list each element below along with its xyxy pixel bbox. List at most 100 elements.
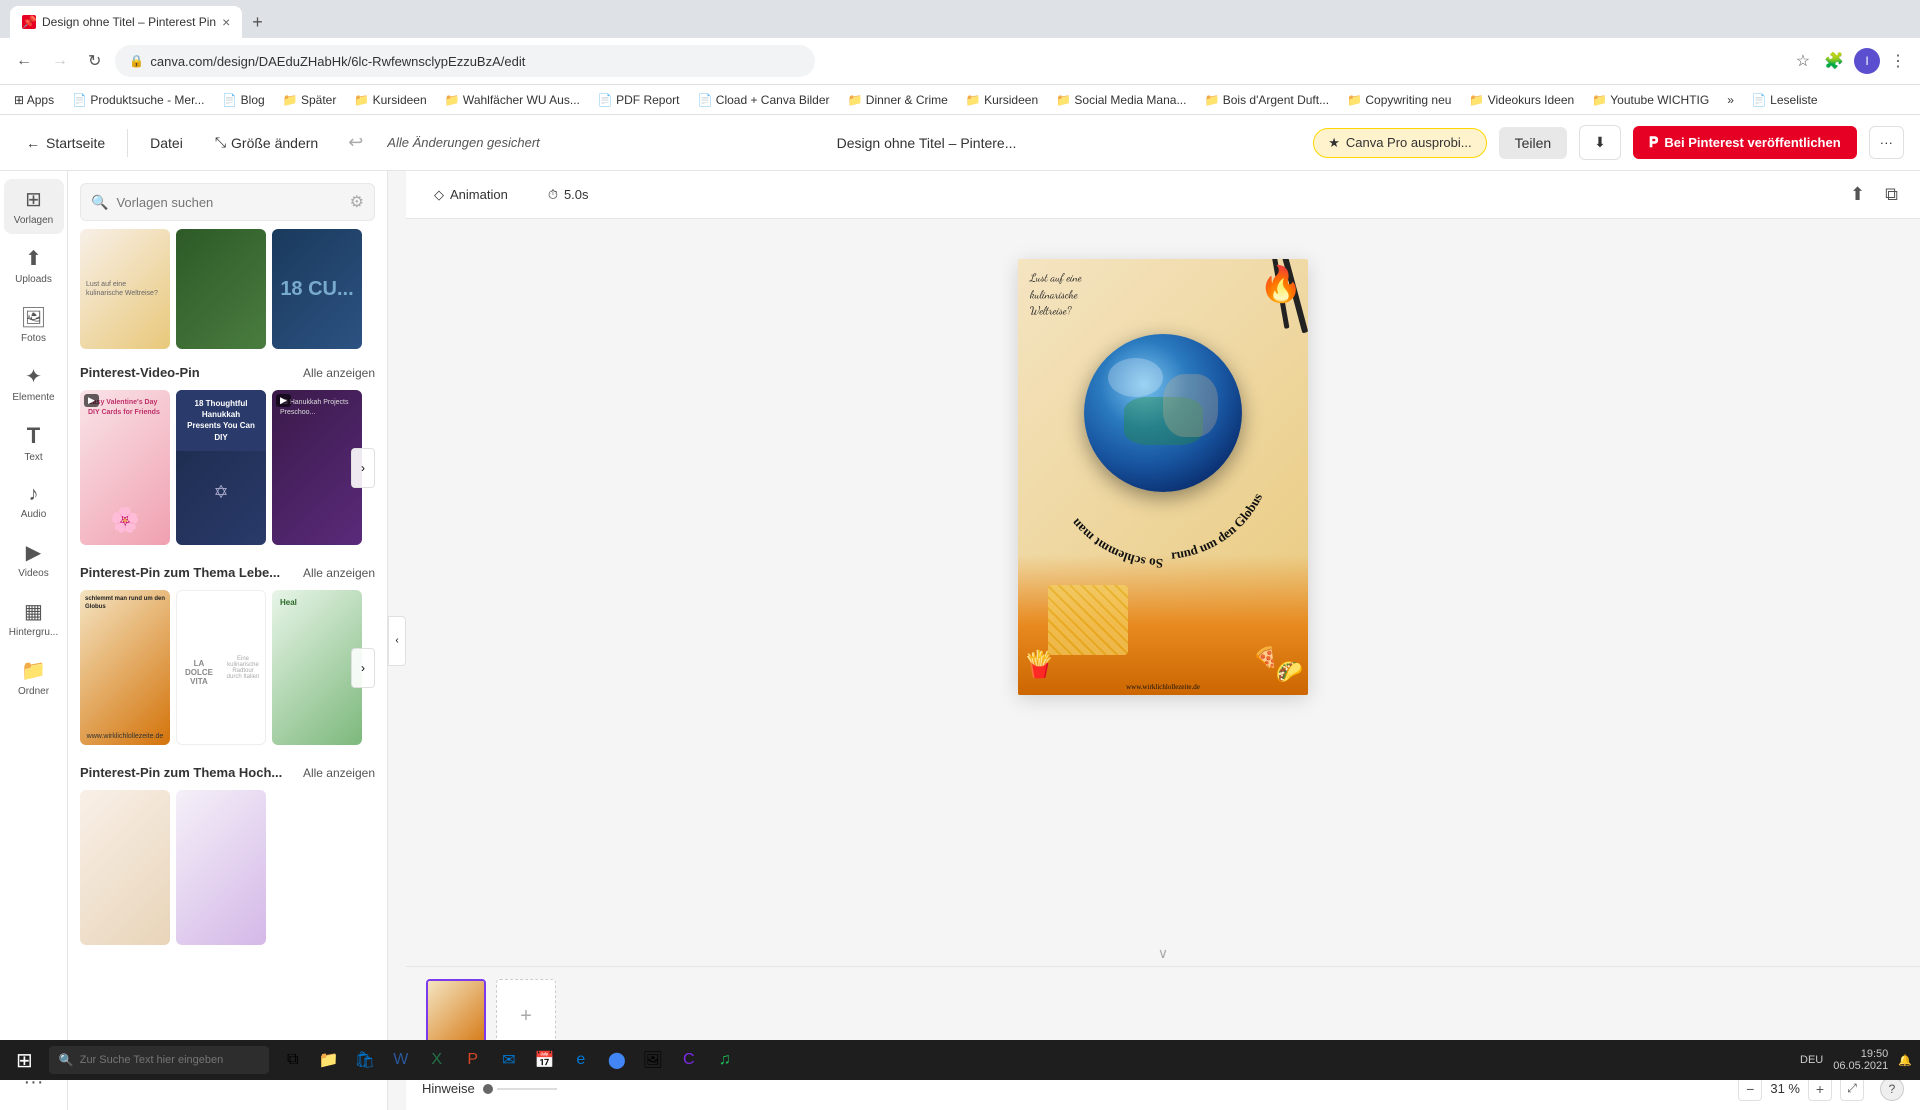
bookmark-kursideen2[interactable]: 📁 Kursideen: [962, 91, 1042, 109]
bookmark-apps[interactable]: ⊞ Apps: [10, 91, 58, 109]
taskbar-canva[interactable]: C: [673, 1044, 705, 1076]
bookmark-btn[interactable]: ☆: [1792, 47, 1814, 75]
file-menu-btn[interactable]: Datei: [140, 129, 193, 157]
more-options-btn[interactable]: ···: [1869, 126, 1904, 159]
sidebar-item-hintergruende[interactable]: ▦ Hintergru...: [4, 591, 64, 646]
sidebar-item-uploads[interactable]: ⬆ Uploads: [4, 238, 64, 293]
taskbar-photos[interactable]: 🖼: [637, 1044, 669, 1076]
template-video-1[interactable]: ▶ Easy Valentine's Day DIY Cards for Fri…: [80, 390, 170, 545]
taskbar-excel[interactable]: X: [421, 1044, 453, 1076]
share-btn[interactable]: Teilen: [1499, 127, 1568, 159]
start-button[interactable]: ⊞: [8, 1044, 41, 1077]
bookmark-produktsuche[interactable]: 📄 Produktsuche - Mer...: [68, 91, 208, 109]
resize-btn[interactable]: ⤡ Größe ändern: [205, 128, 328, 157]
profile-btn[interactable]: I: [1854, 48, 1880, 74]
bookmark-social[interactable]: 📁 Social Media Mana...: [1052, 91, 1190, 109]
sidebar-item-vorlagen[interactable]: ⊞ Vorlagen: [4, 179, 64, 234]
template-thumb-top-2[interactable]: [176, 229, 266, 349]
template-thumb-top-1[interactable]: Lust auf eine kulinarische Weltreise?: [80, 229, 170, 349]
bookmark-cload[interactable]: 📄 Cload + Canva Bilder: [694, 91, 834, 109]
scroll-right-video-btn[interactable]: ›: [351, 448, 375, 488]
menu-btn[interactable]: ⋮: [1886, 47, 1910, 75]
sidebar-item-videos[interactable]: ▶ Videos: [4, 532, 64, 587]
zoom-full-btn[interactable]: ⤢: [1840, 1077, 1864, 1101]
taskbar-search[interactable]: 🔍: [49, 1046, 269, 1074]
back-btn[interactable]: ←: [10, 48, 38, 74]
bookmark-youtube[interactable]: 📁 Youtube WICHTIG: [1588, 91, 1713, 109]
taskbar-word[interactable]: W: [385, 1044, 417, 1076]
template-thumb-top-3[interactable]: 18 CU...: [272, 229, 362, 349]
view-all-video-btn[interactable]: Alle anzeigen: [303, 366, 375, 380]
bookmark-pdf[interactable]: 📄 PDF Report: [594, 91, 684, 109]
template-video-2[interactable]: ▶ 18 Thoughtful Hanukkah Presents You Ca…: [176, 390, 266, 545]
taskbar-ppt[interactable]: P: [457, 1044, 489, 1076]
share-canvas-btn[interactable]: ⬆: [1844, 180, 1871, 209]
tab-title: Design ohne Titel – Pinterest Pin: [42, 15, 216, 29]
template-hoch-1[interactable]: [80, 790, 170, 945]
bookmark-videokurs[interactable]: 📁 Videokurs Ideen: [1465, 91, 1578, 109]
undo-btn[interactable]: ↩: [340, 128, 371, 157]
bookmark-copywriting[interactable]: 📁 Copywriting neu: [1343, 91, 1455, 109]
sidebar-item-ordner[interactable]: 📁 Ordner: [4, 650, 64, 705]
new-tab-button[interactable]: +: [244, 12, 271, 33]
canvas-scroll[interactable]: 🔥 Lust auf eine kulinarische Weltreise?: [406, 219, 1920, 941]
reload-btn[interactable]: ↻: [82, 47, 107, 75]
zoom-percent: 31 %: [1770, 1081, 1800, 1096]
view-all-hoch-btn[interactable]: Alle anzeigen: [303, 766, 375, 780]
bookmark-kursideen1[interactable]: 📁 Kursideen: [350, 91, 430, 109]
scroll-right-leben-btn[interactable]: ›: [351, 648, 375, 688]
taskbar-chrome[interactable]: ⬤: [601, 1044, 633, 1076]
hint-line: [497, 1088, 557, 1090]
panel-collapse-btn[interactable]: ‹: [388, 616, 406, 666]
bookmark-blog[interactable]: 📄 Blog: [218, 91, 268, 109]
template-leben-2[interactable]: LA DOLCE VITA Eine kulinarische Radtour …: [176, 590, 266, 745]
active-tab[interactable]: 📌 Design ohne Titel – Pinterest Pin ×: [10, 6, 242, 38]
extensions-btn[interactable]: 🧩: [1820, 47, 1848, 75]
taskbar-edge[interactable]: e: [565, 1044, 597, 1076]
bookmark-bois[interactable]: 📁 Bois d'Argent Duft...: [1200, 91, 1333, 109]
section-title-video: Pinterest-Video-Pin: [80, 365, 200, 380]
hint-slider[interactable]: [483, 1084, 557, 1094]
forward-btn[interactable]: →: [46, 48, 74, 74]
animation-btn[interactable]: ◇ Animation: [422, 181, 520, 209]
template-section-leben: Pinterest-Pin zum Thema Lebe... Alle anz…: [80, 565, 375, 745]
template-hoch-2[interactable]: [176, 790, 266, 945]
template-video-3[interactable]: ▶ 23 Hanukkah Projects Preschoo...: [272, 390, 362, 545]
panel-down-arrow[interactable]: ∨: [1158, 945, 1168, 962]
pro-upgrade-btn[interactable]: ★ Canva Pro ausprobi...: [1313, 128, 1486, 158]
taskbar-search-input[interactable]: [80, 1054, 240, 1066]
zoom-out-btn[interactable]: −: [1738, 1077, 1762, 1101]
bookmark-dinner[interactable]: 📁 Dinner & Crime: [844, 91, 952, 109]
template-leben-1[interactable]: schlemmt man rund um den Globus www.wirk…: [80, 590, 170, 745]
taskbar-notification[interactable]: 🔔: [1898, 1054, 1912, 1067]
taskbar-taskview[interactable]: ⧉: [277, 1044, 309, 1076]
home-button[interactable]: ← Startseite: [16, 129, 115, 157]
bookmark-more[interactable]: »: [1723, 91, 1738, 109]
taskbar-calendar[interactable]: 📅: [529, 1044, 561, 1076]
sidebar-item-elemente[interactable]: ✦ Elemente: [4, 356, 64, 411]
taskbar-apps: ⧉ 📁 🛍 W X P ✉ 📅 e ⬤ 🖼 C ♫: [277, 1044, 741, 1076]
sidebar-item-audio[interactable]: ♪ Audio: [4, 475, 64, 528]
search-input[interactable]: [116, 195, 341, 210]
pinterest-publish-btn[interactable]: 𝐏 Bei Pinterest veröffentlichen: [1633, 126, 1857, 159]
view-all-leben-btn[interactable]: Alle anzeigen: [303, 566, 375, 580]
bookmark-später[interactable]: 📁 Später: [279, 91, 341, 109]
close-tab-btn[interactable]: ×: [222, 14, 230, 30]
address-bar[interactable]: 🔒 canva.com/design/DAEduZHabHk/6lc-Rwfew…: [115, 45, 815, 77]
bookmark-leseliste[interactable]: 📄 Leseliste: [1748, 91, 1822, 109]
download-btn[interactable]: ⬇: [1579, 125, 1621, 160]
template-leben-3[interactable]: Heal: [272, 590, 362, 745]
design-canvas[interactable]: 🔥 Lust auf eine kulinarische Weltreise?: [1018, 259, 1308, 695]
taskbar-spotify[interactable]: ♫: [709, 1044, 741, 1076]
duration-btn[interactable]: ⏱ 5.0s: [536, 181, 601, 209]
taskbar-mail[interactable]: ✉: [493, 1044, 525, 1076]
bookmark-wahlfächer[interactable]: 📁 Wahlfächer WU Aus...: [441, 91, 584, 109]
zoom-in-btn[interactable]: +: [1808, 1077, 1832, 1101]
sidebar-item-fotos[interactable]: 🖼 Fotos: [4, 297, 64, 352]
sidebar-item-text[interactable]: T Text: [4, 415, 64, 471]
copy-canvas-btn[interactable]: ⧉: [1879, 180, 1904, 209]
taskbar-explorer[interactable]: 📁: [313, 1044, 345, 1076]
taskbar-store[interactable]: 🛍: [349, 1044, 381, 1076]
filter-icon[interactable]: ⚙: [350, 192, 364, 212]
help-btn[interactable]: ?: [1880, 1077, 1904, 1101]
